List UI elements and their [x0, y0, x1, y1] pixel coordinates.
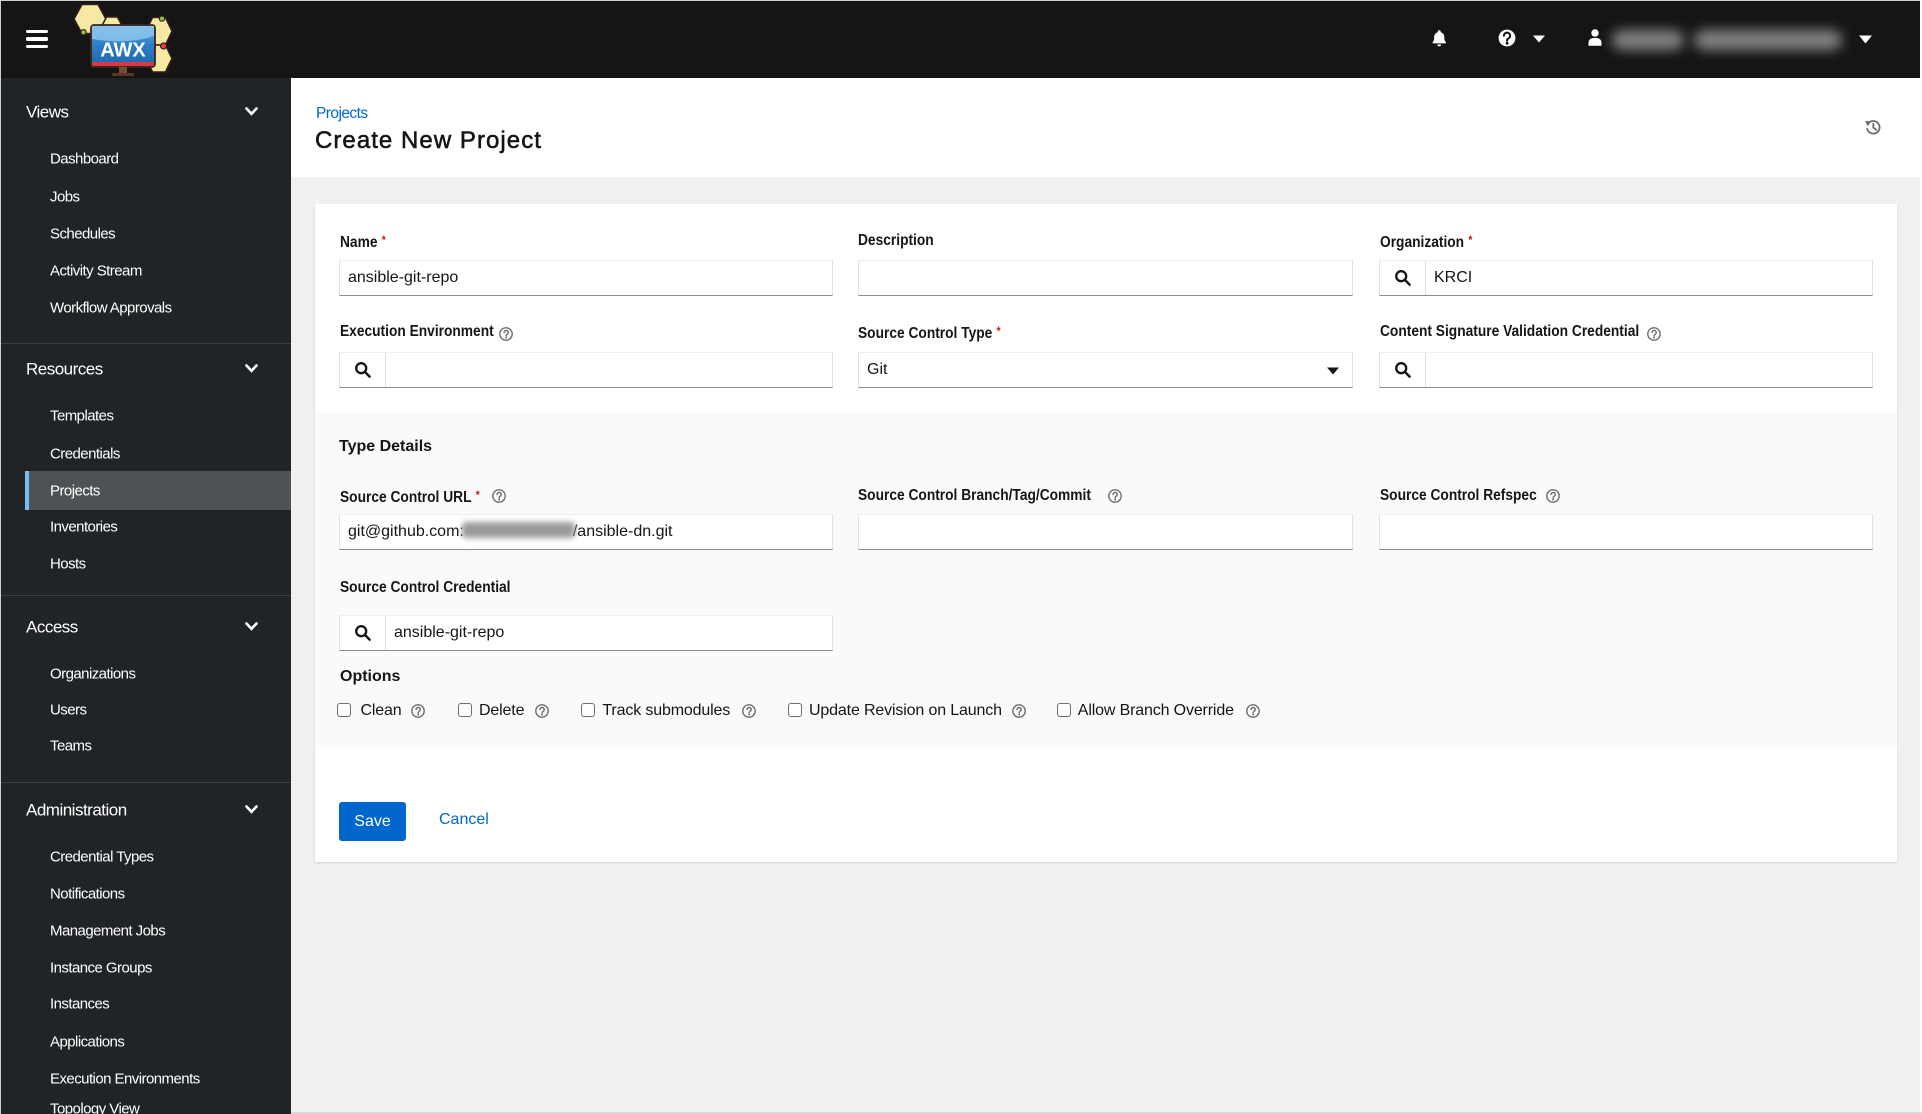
svg-text:AWX: AWX [100, 40, 146, 62]
